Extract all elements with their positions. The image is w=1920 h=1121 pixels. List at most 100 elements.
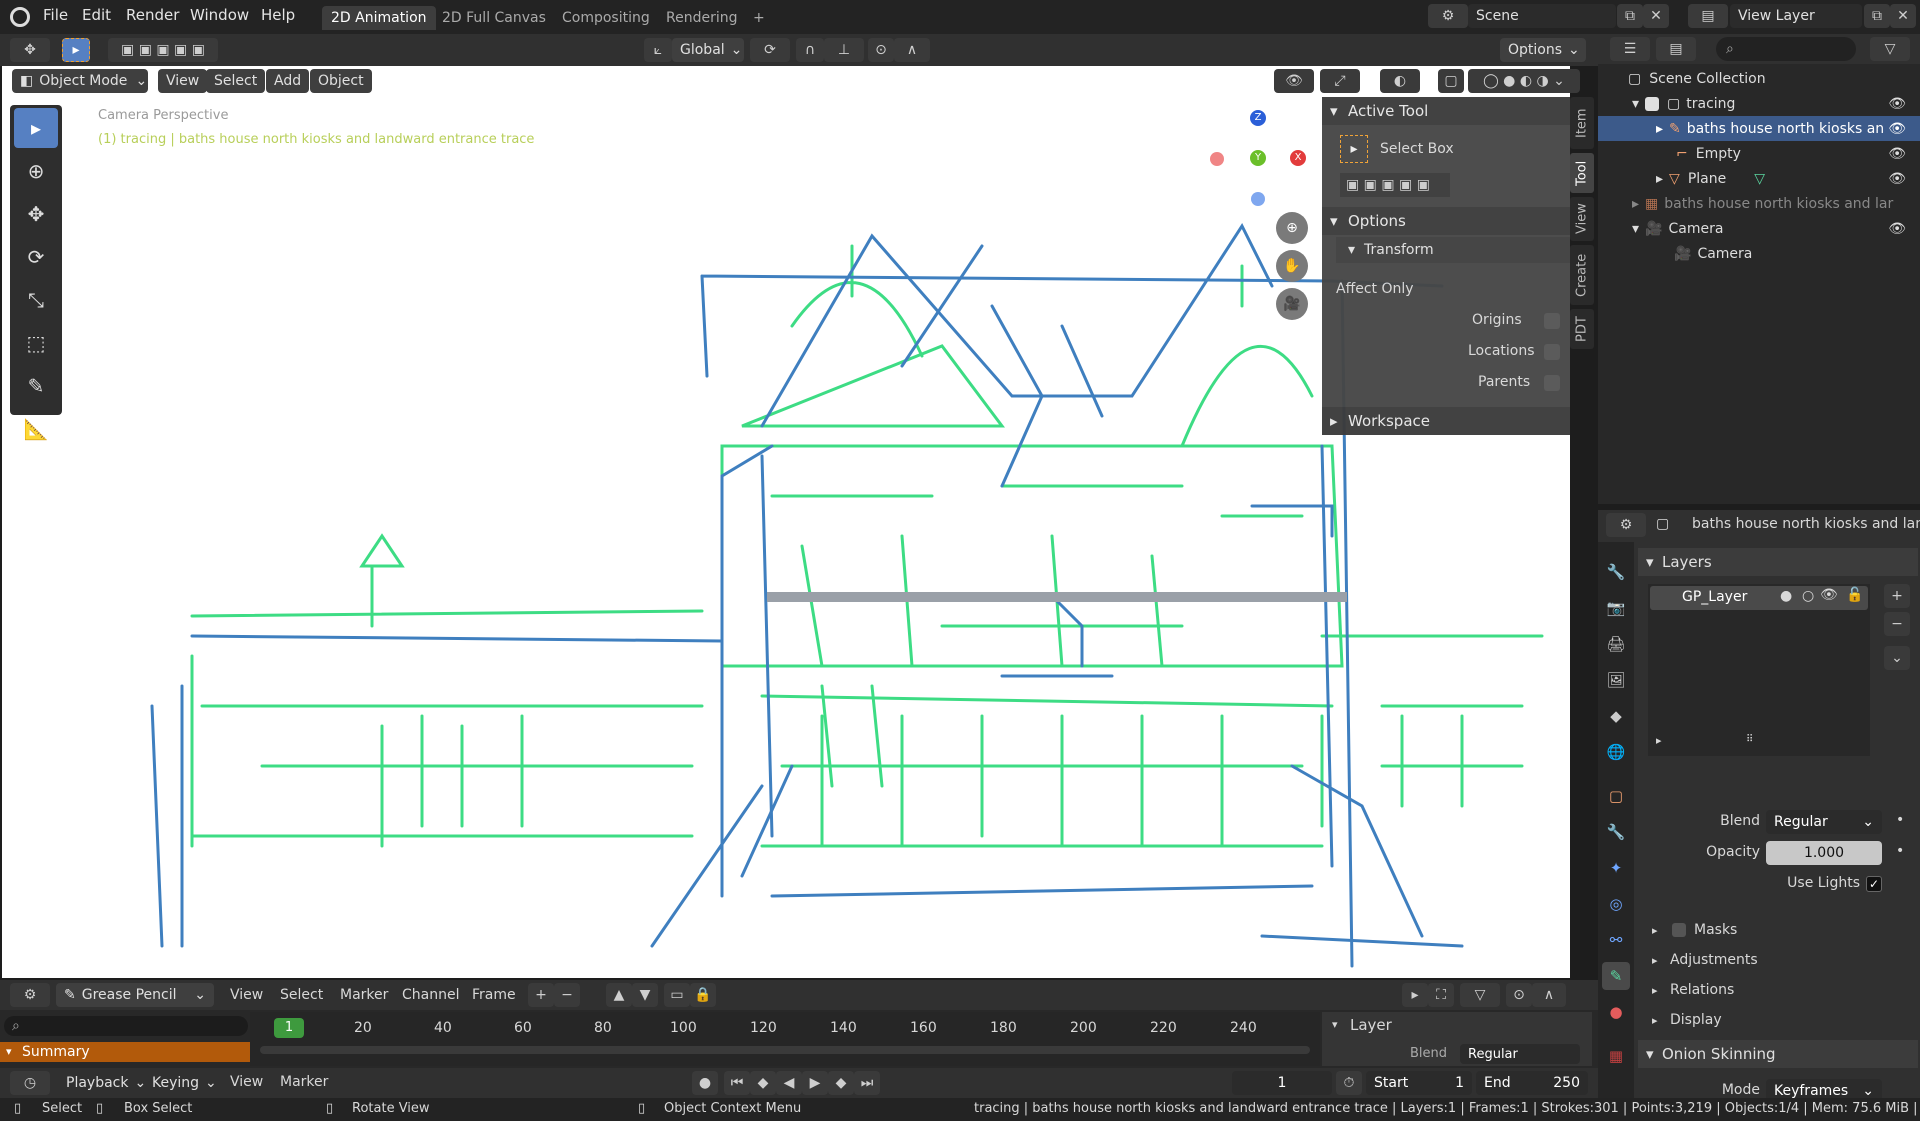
object-menu[interactable]: Object [310,69,372,93]
x-axis-icon[interactable]: X [1290,150,1306,166]
display-mode-icon[interactable]: ▤ [1656,37,1696,61]
menu-help[interactable]: Help [261,6,295,24]
stopwatch-icon[interactable]: ⏱ [1336,1071,1362,1095]
masks-label[interactable]: Masks [1694,922,1737,938]
dope-search-input[interactable]: ⌕ [4,1016,248,1036]
horizontal-scrollbar[interactable] [260,1046,1310,1054]
scene-field[interactable]: Scene [1468,4,1616,28]
filter-icon[interactable]: ▽ [1460,983,1500,1007]
eye-icon[interactable]: 👁 [1888,146,1906,162]
add-layer-icon[interactable]: + [1884,584,1910,608]
arrow-down-icon[interactable]: ▼ [632,983,658,1007]
keyframe-dot-icon[interactable]: • [1896,843,1904,859]
view-layer-tab-icon[interactable]: 🖼 [1602,666,1630,694]
jump-start-icon[interactable]: ⏮ [724,1071,750,1095]
playback-marker-menu[interactable]: Marker [280,1074,328,1090]
adjustments-label[interactable]: Adjustments [1670,952,1758,968]
prev-keyframe-icon[interactable]: ◆ [750,1071,776,1095]
chevron-right-icon[interactable]: ▸ [1656,734,1662,747]
visibility-icon[interactable]: 👁 [1274,69,1314,93]
editor-type-icon[interactable]: ◷ [10,1071,50,1095]
dope-blend-dropdown[interactable]: Regular [1460,1044,1580,1064]
tab-tool[interactable]: Tool [1570,153,1594,193]
delete-scene-icon[interactable]: ✕ [1643,4,1669,28]
editor-type-icon[interactable]: ⚙ [1606,513,1646,537]
record-icon[interactable]: ● [692,1071,718,1095]
tab-2d-animation[interactable]: 2D Animation [322,6,436,30]
filter-icon[interactable]: ▽ [1870,37,1910,61]
dope-view-menu[interactable]: View [230,987,263,1003]
view-layer-browse-icon[interactable]: ▤ [1688,4,1728,28]
outliner-item-plane[interactable]: ▸ ▽ Plane ▽ 👁 [1598,166,1920,191]
falloff-icon[interactable]: ∧ [894,38,930,62]
transform-orientation-dropdown[interactable]: Global ⌄ [672,38,744,62]
playback-menu[interactable]: Playback ⌄ [58,1071,146,1095]
object-tab-icon[interactable]: ▢ [1602,782,1630,810]
tab-2d-full-canvas[interactable]: 2D Full Canvas [433,6,555,30]
overlays-icon[interactable]: ◐ [1380,69,1420,93]
physics-tab-icon[interactable]: ◎ [1602,890,1630,918]
scene-browse-icon[interactable]: ⚙ [1428,4,1468,28]
resize-handle-icon[interactable]: ⠿ [1746,734,1753,745]
end-frame-field[interactable]: End 250 [1476,1071,1588,1095]
options-header[interactable]: ▾ Options [1322,207,1570,235]
output-tab-icon[interactable]: 🖨 [1602,630,1630,658]
scene-tab-icon[interactable]: ◆ [1602,702,1630,730]
monitor-icon[interactable]: ▭ [664,983,690,1007]
locations-checkbox[interactable] [1544,344,1560,360]
active-dot-icon[interactable]: ● [1780,588,1792,604]
effects-tab-icon[interactable]: ✦ [1602,854,1630,882]
new-scene-icon[interactable]: ⧉ [1617,4,1643,28]
tab-pdt[interactable]: PDT [1570,309,1594,349]
add-icon[interactable]: + [528,983,554,1007]
chevron-right-icon[interactable]: ▸ [1652,1014,1658,1027]
chevron-down-icon[interactable]: ▾ [1332,1018,1338,1031]
remove-layer-icon[interactable]: − [1884,612,1910,636]
masks-checkbox[interactable] [1672,923,1686,937]
add-workspace-icon[interactable]: + [744,6,774,30]
dope-frame-menu[interactable]: Frame [472,987,516,1003]
blend-dropdown[interactable]: Regular ⌄ [1766,810,1882,834]
gizmo-icon[interactable]: ⤢ [1320,69,1360,93]
dope-sheet-mode-dropdown[interactable]: ✎ Grease Pencil ⌄ [56,983,214,1007]
material-tab-icon[interactable]: ● [1602,998,1630,1026]
selection-modes-icon[interactable]: ▣ ▣ ▣ ▣ ▣ [108,38,218,62]
chevron-right-icon[interactable]: ▸ [1652,984,1658,997]
mode-dropdown[interactable]: ◧ Object Mode ⌄ [12,69,148,93]
layer-section-label[interactable]: Layer [1350,1016,1392,1034]
active-tool-header[interactable]: ▾ Active Tool [1322,97,1570,125]
tool-tab-icon[interactable]: 🔧 [1602,558,1630,586]
dope-marker-menu[interactable]: Marker [340,987,388,1003]
pan-icon[interactable]: ✋ [1276,250,1308,282]
current-frame-marker[interactable]: 1 [274,1018,304,1038]
jump-end-icon[interactable]: ⏭ [854,1071,880,1095]
tab-create[interactable]: Create [1570,245,1594,305]
layer-menu-icon[interactable]: ⌄ [1884,646,1910,670]
dope-search[interactable]: ⌕ [0,1014,250,1038]
neg-z-axis-icon[interactable] [1251,192,1265,206]
onion-skinning-header[interactable]: ▾ Onion Skinning [1638,1040,1918,1068]
frame-ruler[interactable]: 1 20 40 60 80 100 120 140 160 180 200 22… [250,1012,1320,1066]
onion-icon[interactable]: ○ [1802,588,1814,604]
zoom-icon[interactable]: ⊕ [1276,212,1308,244]
selection-mode-icons[interactable]: ▣ ▣ ▣ ▣ ▣ [1340,173,1450,197]
world-tab-icon[interactable]: 🌐 [1602,738,1630,766]
summary-channel[interactable]: ▾ Summary [0,1042,250,1062]
eye-icon[interactable]: 👁 [1888,121,1906,137]
falloff-icon[interactable]: ∧ [1532,983,1566,1007]
add-menu[interactable]: Add [266,69,310,93]
eye-icon[interactable]: 👁 [1888,221,1906,237]
z-axis-icon[interactable]: Z [1250,110,1266,126]
menu-render[interactable]: Render [126,6,179,24]
origins-checkbox[interactable] [1544,313,1560,329]
outliner-item-camera-data[interactable]: 🎥 Camera [1598,241,1920,266]
lock-icon[interactable]: 🔓 [1846,587,1863,603]
layer-row[interactable]: GP_Layer ● ○ 👁 🔓 [1650,586,1868,610]
dope-select-menu[interactable]: Select [280,987,323,1003]
orientation-icon[interactable]: ⟀ [644,38,672,62]
cursor-tool-icon[interactable]: ⊕ [14,151,58,191]
snap-target-icon[interactable]: ⊥ [824,38,864,62]
relations-label[interactable]: Relations [1670,982,1734,998]
new-view-layer-icon[interactable]: ⧉ [1864,4,1890,28]
blender-logo-icon[interactable] [10,7,30,27]
